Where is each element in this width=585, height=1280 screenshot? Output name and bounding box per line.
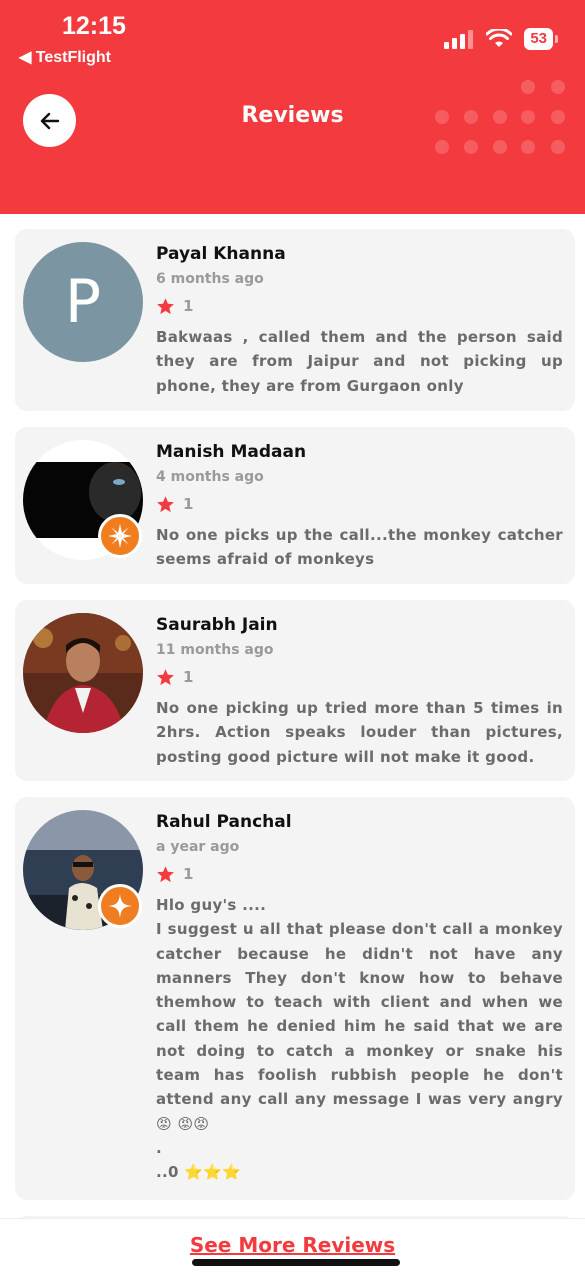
reviewer-name: Saurabh Jain: [156, 615, 278, 635]
reviewer-name: Payal Khanna: [156, 244, 286, 264]
review-time: 4 months ago: [156, 469, 264, 485]
sparkle-icon: [108, 894, 132, 918]
reviewer-name: Manish Madaan: [156, 442, 307, 462]
star-icon: [157, 865, 174, 882]
rating-value: 1: [183, 865, 194, 883]
review-card: Rahul Panchal a year ago 1 Hlo guy's ...…: [15, 797, 575, 1200]
review-text: No one picking up tried more than 5 time…: [156, 699, 563, 766]
avatar-initial: P: [23, 242, 143, 362]
review-card: P Payal Khanna 6 months ago 1 Bakwaas , …: [15, 229, 575, 411]
star-icon: [157, 668, 174, 685]
header-bar: 12:15 ◀ TestFlight 53 Reviews: [0, 0, 585, 214]
reviewer-name: Rahul Panchal: [156, 812, 292, 832]
wifi-icon: [486, 29, 513, 47]
star-icon: [157, 297, 174, 314]
signal-icon: [444, 30, 474, 49]
review-rating: 1: [156, 861, 563, 887]
status-icons: 53: [444, 28, 558, 50]
avatar: P: [23, 242, 143, 362]
reviews-list: P Payal Khanna 6 months ago 1 Bakwaas , …: [15, 229, 575, 1272]
review-rating: 1: [156, 664, 563, 690]
review-text: Bakwaas , called them and the person sai…: [156, 328, 563, 395]
avatar-photo: [23, 613, 143, 733]
star-icon: [157, 495, 174, 512]
verified-badge: [98, 514, 142, 558]
review-time: a year ago: [156, 839, 240, 855]
review-text: Hlo guy's .... I suggest u all that plea…: [156, 896, 563, 1182]
rating-value: 1: [183, 668, 194, 686]
review-time: 11 months ago: [156, 642, 274, 658]
decorative-dots: [435, 80, 575, 160]
battery-indicator: 53: [524, 28, 558, 50]
review-card: Saurabh Jain 11 months ago 1 No one pick…: [15, 600, 575, 781]
see-more-reviews-link[interactable]: See More Reviews: [0, 1233, 585, 1257]
status-time: 12:15: [62, 12, 126, 40]
sparkle-icon: [108, 524, 132, 548]
verified-badge: [98, 884, 142, 928]
review-text: No one picks up the call...the monkey ca…: [156, 526, 563, 569]
rating-value: 1: [183, 495, 194, 513]
review-card: Manish Madaan 4 months ago 1 No one pick…: [15, 427, 575, 584]
home-indicator: [192, 1259, 400, 1266]
rating-value: 1: [183, 297, 194, 315]
review-time: 6 months ago: [156, 271, 264, 287]
bottom-bar: See More Reviews: [0, 1218, 585, 1280]
review-rating: 1: [156, 491, 563, 517]
avatar: [23, 613, 143, 733]
review-rating: 1: [156, 293, 563, 319]
testflight-back-link[interactable]: ◀ TestFlight: [19, 47, 111, 67]
